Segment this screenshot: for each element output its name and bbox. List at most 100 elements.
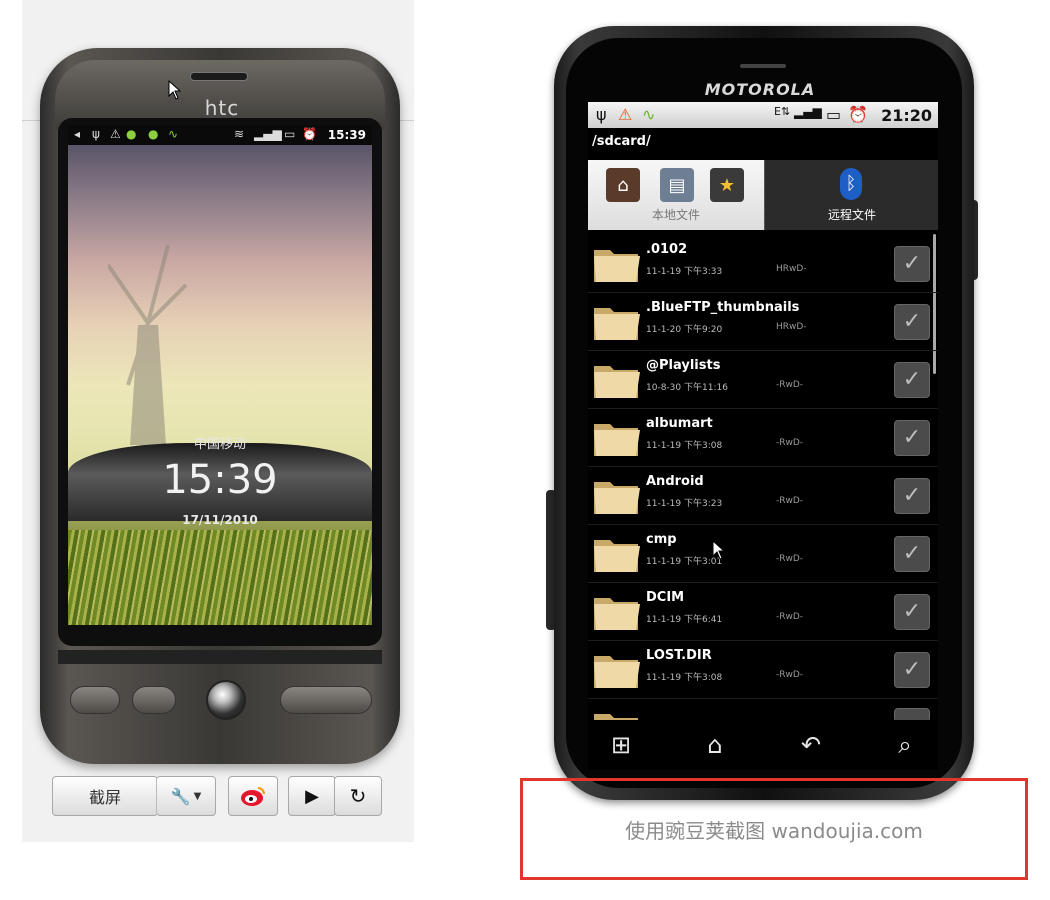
weibo-share-button[interactable]	[228, 776, 278, 816]
lockscreen-date: 17/11/2010	[182, 513, 258, 527]
search-icon[interactable]: ⌕	[890, 730, 920, 760]
file-permissions: -RwD-	[776, 612, 804, 622]
htc-status-bar: ◂ ψ ⚠ ● ● ∿ ≋ ▂▄▆ ▭ ⏰ 15:39	[68, 125, 372, 145]
file-name: @Playlists	[646, 358, 721, 373]
list-item[interactable]: .0102 11-1-19 下午3:33 HRwD- ✓	[588, 234, 938, 293]
file-name: .0102	[646, 242, 688, 257]
wifi-icon: ≋	[234, 127, 245, 141]
select-checkbox[interactable]: ✓	[894, 594, 930, 630]
select-checkbox[interactable]: ✓	[894, 362, 930, 398]
select-checkbox[interactable]: ✓	[894, 478, 930, 514]
folder-icon	[594, 598, 640, 630]
bottom-navigation: ⊞ ⌂ ↶ ⌕	[588, 720, 938, 770]
motorola-logo: MOTOROLA	[704, 80, 816, 99]
list-item[interactable]: DCIM 11-1-19 下午6:41 -RwD- ✓	[588, 582, 938, 641]
select-checkbox[interactable]: ✓	[894, 246, 930, 282]
notification-icon: ◂	[74, 127, 81, 141]
folder-icon	[594, 656, 640, 688]
mouse-cursor-icon	[168, 80, 182, 100]
menu-key[interactable]	[132, 686, 176, 714]
htc-screen[interactable]: ◂ ψ ⚠ ● ● ∿ ≋ ▂▄▆ ▭ ⏰ 15:39 中国移动 15:39 1…	[68, 125, 372, 625]
folder-icon	[594, 366, 640, 398]
folder-icon	[594, 250, 640, 282]
favorites-star-icon[interactable]: ★	[710, 168, 744, 202]
usb-icon: ψ	[596, 105, 607, 124]
alarm-icon: ⏰	[302, 127, 317, 141]
htc-screen-bezel	[58, 650, 382, 664]
select-checkbox[interactable]: ✓	[894, 420, 930, 456]
folder-icon	[594, 540, 640, 572]
file-date: 11-1-19 下午3:08	[646, 673, 723, 683]
home-icon[interactable]: ⌂	[700, 730, 730, 760]
list-item[interactable]: @Playlists 10-8-30 下午11:16 -RwD- ✓	[588, 350, 938, 409]
tab-remote-files[interactable]: ᛒ 远程文件	[764, 160, 938, 230]
file-permissions: HRwD-	[776, 322, 807, 332]
list-item-partial[interactable]	[588, 698, 938, 720]
file-date: 11-1-19 下午3:33	[646, 267, 723, 277]
list-item[interactable]: .BlueFTP_thumbnails 11-1-20 下午9:20 HRwD-…	[588, 292, 938, 351]
status-time: 15:39	[327, 128, 366, 142]
tab-remote-label: 远程文件	[827, 208, 876, 222]
tab-local-files[interactable]: ⌂ ▤ ★ 本地文件	[588, 160, 764, 230]
home-folder-icon[interactable]: ⌂	[606, 168, 640, 202]
file-permissions: -RwD-	[776, 554, 804, 564]
select-checkbox[interactable]: ✓	[894, 536, 930, 572]
select-checkbox[interactable]	[894, 708, 930, 720]
alarm-icon: ⏰	[848, 105, 868, 124]
chevron-down-icon: ▼	[193, 790, 202, 802]
file-source-tabs: ⌂ ▤ ★ 本地文件 ᛒ 远程文件	[588, 160, 938, 230]
list-item[interactable]: albumart 11-1-19 下午3:08 -RwD- ✓	[588, 408, 938, 467]
motorola-speaker	[740, 64, 786, 68]
battery-icon: ▭	[826, 105, 842, 124]
home-key[interactable]	[70, 686, 120, 714]
sdcard-icon[interactable]: ▤	[660, 168, 694, 202]
motorola-screen[interactable]: ψ ⚠ ∿ E⇅ ▂▄▆ ▭ ⏰ 21:20 /sdcard/ ⌂ ▤ ★ 本地…	[588, 102, 938, 770]
select-checkbox[interactable]: ✓	[894, 304, 930, 340]
refresh-button[interactable]: ↻	[334, 776, 382, 816]
list-item[interactable]: Android 11-1-19 下午3:23 -RwD- ✓	[588, 466, 938, 525]
list-item[interactable]: LOST.DIR 11-1-19 下午3:08 -RwD- ✓	[588, 640, 938, 699]
file-date: 10-8-30 下午11:16	[646, 383, 728, 393]
android-icon: ●	[148, 127, 159, 141]
warning-icon: ⚠	[110, 127, 121, 141]
grass-wallpaper	[68, 530, 372, 625]
file-name: LOST.DIR	[646, 648, 712, 663]
warning-icon: ⚠	[618, 105, 633, 124]
grid-icon[interactable]: ⊞	[606, 730, 636, 760]
weibo-icon	[241, 787, 265, 806]
file-name: DCIM	[646, 590, 685, 605]
back-search-key[interactable]	[280, 686, 372, 714]
lockscreen-clock: 15:39	[162, 457, 278, 503]
pea-icon: ∿	[642, 105, 656, 124]
list-item[interactable]: cmp 11-1-19 下午3:01 -RwD- ✓	[588, 524, 938, 583]
android-icon: ●	[126, 127, 137, 141]
file-date: 11-1-19 下午6:41	[646, 615, 723, 625]
select-checkbox[interactable]: ✓	[894, 652, 930, 688]
file-date: 11-1-20 下午9:20	[646, 325, 723, 335]
file-permissions: -RwD-	[776, 670, 804, 680]
file-permissions: HRwD-	[776, 264, 807, 274]
mouse-cursor-icon	[712, 540, 726, 560]
file-name: albumart	[646, 416, 713, 431]
wrench-icon: 🔧	[170, 786, 191, 806]
file-date: 11-1-19 下午3:08	[646, 441, 723, 451]
motorola-status-bar: ψ ⚠ ∿ E⇅ ▂▄▆ ▭ ⏰ 21:20	[588, 102, 938, 128]
windmill-image	[108, 245, 188, 445]
current-path: /sdcard/	[592, 134, 651, 149]
tools-dropdown-button[interactable]: 🔧 ▼	[156, 776, 216, 816]
folder-icon	[594, 308, 640, 340]
folder-icon	[594, 424, 640, 456]
htc-logo: htc	[204, 96, 240, 120]
back-icon[interactable]: ↶	[796, 730, 826, 760]
usb-icon: ψ	[92, 127, 100, 141]
play-button[interactable]: ▶	[288, 776, 336, 816]
trackball[interactable]	[206, 680, 246, 720]
screenshot-button[interactable]: 截屏	[52, 776, 158, 816]
bluetooth-icon: ᛒ	[840, 168, 862, 200]
file-list: .0102 11-1-19 下午3:33 HRwD- ✓ .BlueFTP_th…	[588, 234, 938, 720]
file-date: 11-1-19 下午3:23	[646, 499, 723, 509]
tab-local-label: 本地文件	[651, 208, 700, 222]
file-name: Android	[646, 474, 704, 489]
file-name: cmp	[646, 532, 677, 547]
battery-icon: ▭	[284, 127, 296, 141]
